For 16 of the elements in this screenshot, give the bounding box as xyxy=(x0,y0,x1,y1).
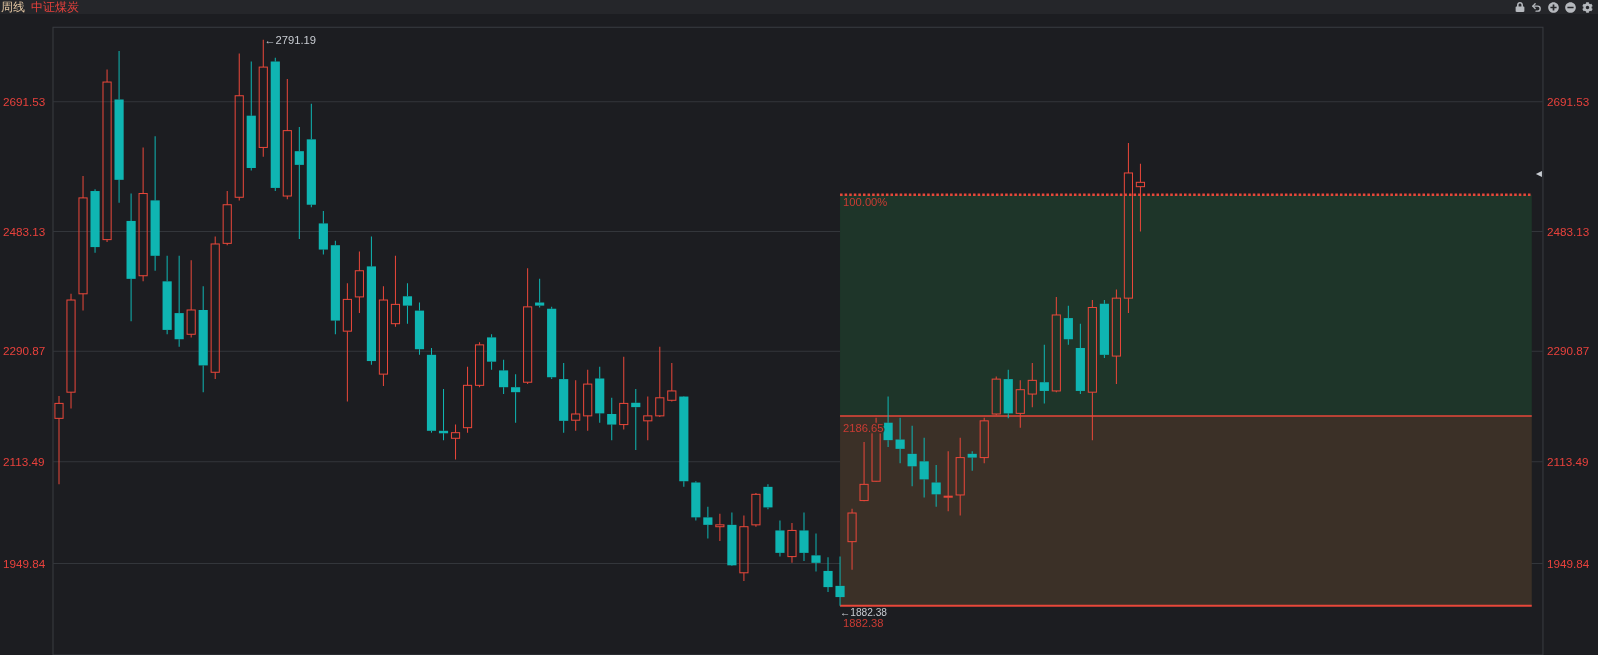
y-axis-label: 1949.84 xyxy=(3,556,46,570)
y-axis-label: 1949.84 xyxy=(1547,556,1590,570)
y-axis-label: 2691.53 xyxy=(1547,94,1590,108)
y-axis-label: 2483.13 xyxy=(1547,224,1590,238)
y-axis-label: 2483.13 xyxy=(3,224,46,238)
index-title: 中证煤炭 xyxy=(31,1,79,13)
y-axis-label: 2290.87 xyxy=(1547,344,1590,358)
y-axis-label: 2290.87 xyxy=(3,344,46,358)
y-axis-label: 2113.49 xyxy=(3,454,45,468)
range-top-label: 100.00% xyxy=(843,196,888,208)
y-axis-label: 2113.49 xyxy=(1547,454,1589,468)
max-price-label: ←2791.19 xyxy=(264,33,316,46)
y-axis-label: 2691.53 xyxy=(3,94,46,108)
min-price-label: ←1882.38 xyxy=(840,607,888,618)
range-bottom-label: 1882.38 xyxy=(843,617,884,630)
period-label: 周线 xyxy=(1,1,25,13)
